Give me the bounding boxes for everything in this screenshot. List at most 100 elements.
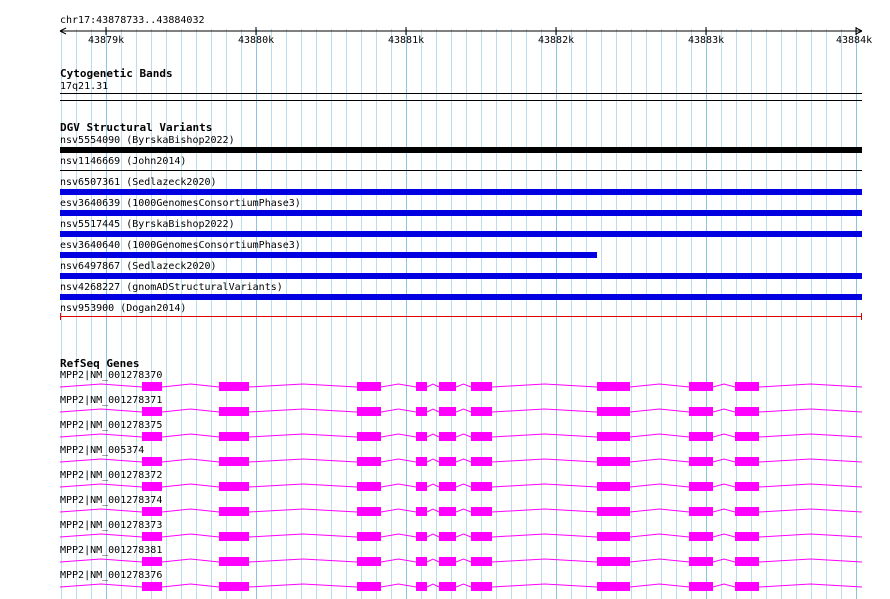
refseq-exon[interactable] [471,407,492,416]
refseq-exon[interactable] [471,457,492,466]
refseq-exon[interactable] [219,507,249,516]
refseq-exon[interactable] [735,507,759,516]
refseq-exon[interactable] [416,382,427,391]
refseq-exon[interactable] [439,507,456,516]
refseq-exon[interactable] [357,532,381,541]
refseq-exon[interactable] [357,382,381,391]
refseq-exon[interactable] [142,482,162,491]
refseq-exon[interactable] [735,582,759,591]
refseq-transcript[interactable] [0,530,890,544]
refseq-exon[interactable] [439,582,456,591]
refseq-exon[interactable] [735,532,759,541]
refseq-exon[interactable] [689,557,713,566]
refseq-exon[interactable] [416,582,427,591]
refseq-exon[interactable] [471,507,492,516]
refseq-transcript[interactable] [0,555,890,569]
refseq-transcript[interactable] [0,480,890,494]
refseq-exon[interactable] [439,482,456,491]
refseq-exon[interactable] [471,557,492,566]
refseq-exon[interactable] [471,532,492,541]
refseq-exon[interactable] [142,557,162,566]
refseq-exon[interactable] [416,532,427,541]
refseq-transcript[interactable] [0,505,890,519]
refseq-transcript[interactable] [0,430,890,444]
refseq-exon[interactable] [597,407,630,416]
refseq-exon[interactable] [689,532,713,541]
refseq-transcript[interactable] [0,455,890,469]
refseq-exon[interactable] [471,382,492,391]
refseq-exon[interactable] [357,432,381,441]
refseq-exon[interactable] [416,557,427,566]
refseq-exon[interactable] [142,582,162,591]
refseq-exon[interactable] [439,407,456,416]
dgv-feature-bar[interactable] [60,189,862,195]
dgv-feature-bar[interactable] [60,273,862,279]
refseq-exon[interactable] [439,432,456,441]
dgv-feature-bar[interactable] [60,231,862,237]
refseq-exon[interactable] [142,407,162,416]
refseq-exon[interactable] [471,582,492,591]
refseq-exon[interactable] [735,382,759,391]
refseq-exon[interactable] [142,532,162,541]
refseq-exon[interactable] [689,582,713,591]
refseq-exon[interactable] [689,432,713,441]
cytoband-bar[interactable] [60,93,862,94]
refseq-exon[interactable] [416,482,427,491]
refseq-exon[interactable] [219,432,249,441]
refseq-exon[interactable] [735,457,759,466]
dgv-feature-bar[interactable] [60,316,862,317]
refseq-exon[interactable] [471,432,492,441]
refseq-exon[interactable] [597,382,630,391]
refseq-exon[interactable] [735,557,759,566]
refseq-transcript[interactable] [0,380,890,394]
refseq-exon[interactable] [735,482,759,491]
dgv-feature-bar[interactable] [60,147,862,153]
dgv-feature-bar[interactable] [60,170,862,171]
refseq-exon[interactable] [357,507,381,516]
refseq-exon[interactable] [597,457,630,466]
dgv-feature-bar[interactable] [60,294,862,300]
refseq-exon[interactable] [416,432,427,441]
refseq-exon[interactable] [689,482,713,491]
refseq-exon[interactable] [142,507,162,516]
refseq-exon[interactable] [357,457,381,466]
refseq-transcript[interactable] [0,580,890,594]
refseq-exon[interactable] [471,482,492,491]
refseq-exon[interactable] [142,457,162,466]
refseq-exon[interactable] [219,457,249,466]
refseq-exon[interactable] [439,557,456,566]
refseq-exon[interactable] [689,507,713,516]
refseq-exon[interactable] [219,582,249,591]
refseq-exon[interactable] [219,557,249,566]
refseq-exon[interactable] [357,482,381,491]
refseq-exon[interactable] [735,432,759,441]
refseq-exon[interactable] [597,432,630,441]
refseq-exon[interactable] [597,482,630,491]
refseq-exon[interactable] [689,382,713,391]
refseq-exon[interactable] [416,407,427,416]
refseq-exon[interactable] [735,407,759,416]
refseq-exon[interactable] [597,507,630,516]
refseq-exon[interactable] [597,532,630,541]
refseq-exon[interactable] [357,407,381,416]
refseq-transcript[interactable] [0,405,890,419]
refseq-exon[interactable] [416,507,427,516]
refseq-exon[interactable] [439,457,456,466]
ruler[interactable] [0,26,890,36]
refseq-exon[interactable] [439,382,456,391]
dgv-feature-bar[interactable] [60,210,862,216]
refseq-exon[interactable] [219,532,249,541]
genome-browser[interactable]: chr17:43878733..43884032 43879k 43880k 438… [0,0,890,599]
refseq-exon[interactable] [357,582,381,591]
refseq-exon[interactable] [142,432,162,441]
refseq-exon[interactable] [689,407,713,416]
refseq-exon[interactable] [689,457,713,466]
refseq-exon[interactable] [219,407,249,416]
refseq-exon[interactable] [142,382,162,391]
refseq-exon[interactable] [597,582,630,591]
refseq-exon[interactable] [219,382,249,391]
refseq-exon[interactable] [597,557,630,566]
refseq-exon[interactable] [357,557,381,566]
dgv-feature-bar[interactable] [60,252,598,258]
refseq-exon[interactable] [416,457,427,466]
